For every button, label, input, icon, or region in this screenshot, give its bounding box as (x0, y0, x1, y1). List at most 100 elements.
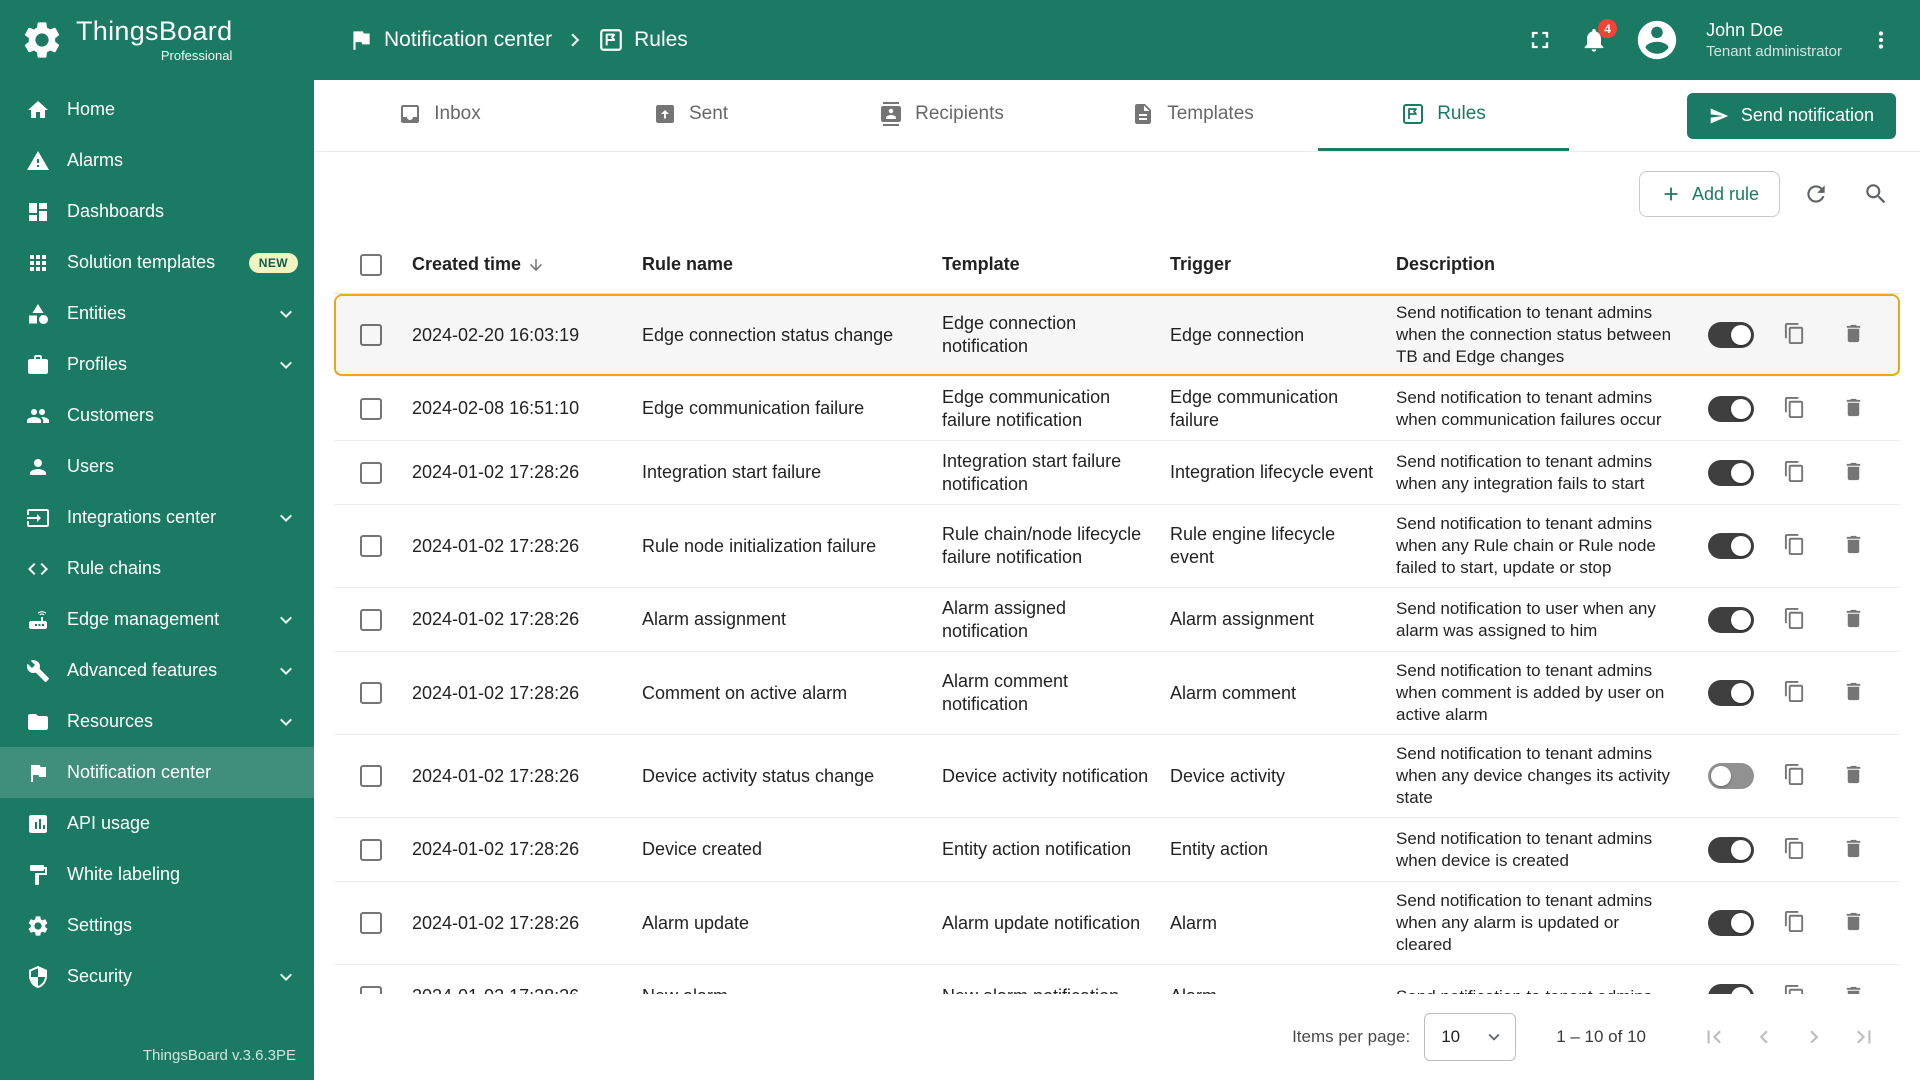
select-all-checkbox[interactable] (360, 253, 382, 276)
column-template[interactable]: Template (942, 254, 1170, 275)
rules-table: Created time Rule name Template Trigger … (334, 236, 1900, 1029)
sidebar-item-security[interactable]: Security (0, 951, 314, 1002)
send-notification-button[interactable]: Send notification (1686, 92, 1896, 139)
row-checkbox[interactable] (360, 324, 382, 346)
delete-rule-button[interactable] (1836, 316, 1871, 354)
fullscreen-button[interactable] (1526, 26, 1554, 54)
notifications-count-badge: 4 (1598, 19, 1618, 38)
tab-templates[interactable]: Templates (1067, 80, 1318, 151)
add-rule-button[interactable]: Add rule (1638, 171, 1780, 217)
delete-rule-button[interactable] (1836, 674, 1871, 712)
sidebar-item-solution-templates[interactable]: Solution templates NEW (0, 237, 314, 288)
settings-icon (26, 914, 50, 938)
chevron-down-icon (274, 353, 298, 377)
breadcrumb-item-notification-center[interactable]: Notification center (348, 27, 552, 53)
row-checkbox[interactable] (360, 535, 382, 557)
row-checkbox[interactable] (360, 608, 382, 631)
cell-created-time: 2024-01-02 17:28:26 (412, 462, 580, 482)
rule-enabled-toggle[interactable] (1708, 322, 1754, 348)
copy-icon (1783, 680, 1806, 703)
rule-enabled-toggle[interactable] (1708, 836, 1754, 863)
sidebar-item-alarms[interactable]: Alarms (0, 135, 314, 186)
sidebar-item-white-labeling[interactable]: White labeling (0, 849, 314, 900)
entities-icon (26, 302, 50, 326)
delete-rule-button[interactable] (1836, 454, 1871, 492)
row-checkbox[interactable] (360, 682, 382, 704)
copy-rule-button[interactable] (1777, 601, 1812, 639)
sidebar-item-integrations-center[interactable]: Integrations center (0, 492, 314, 543)
tab-sent[interactable]: Sent (565, 80, 816, 151)
sidebar-item-advanced-features[interactable]: Advanced features (0, 645, 314, 696)
row-checkbox[interactable] (360, 461, 382, 484)
last-page-button[interactable] (1842, 1015, 1886, 1059)
kebab-menu-button[interactable] (1868, 27, 1894, 53)
breadcrumb: Notification center Rules (348, 27, 688, 53)
integrations-center-icon (26, 506, 50, 530)
sidebar-item-home[interactable]: Home (0, 84, 314, 135)
delete-rule-button[interactable] (1836, 601, 1871, 639)
delete-rule-button[interactable] (1836, 757, 1871, 795)
avatar[interactable] (1634, 17, 1680, 63)
column-trigger[interactable]: Trigger (1170, 254, 1396, 275)
previous-page-button[interactable] (1742, 1015, 1786, 1059)
sidebar-item-profiles[interactable]: Profiles (0, 339, 314, 390)
rule-enabled-toggle[interactable] (1708, 606, 1754, 633)
rule-enabled-toggle[interactable] (1708, 459, 1754, 486)
cell-created-time: 2024-01-02 17:28:26 (412, 912, 580, 933)
items-per-page-select[interactable]: 10 (1424, 1013, 1517, 1061)
copy-rule-button[interactable] (1777, 757, 1812, 795)
copy-rule-button[interactable] (1777, 831, 1812, 869)
delete-rule-button[interactable] (1836, 527, 1871, 565)
refresh-button[interactable] (1792, 170, 1840, 218)
rule-enabled-toggle[interactable] (1708, 533, 1754, 559)
row-checkbox[interactable] (360, 765, 382, 787)
row-checkbox[interactable] (360, 838, 382, 861)
sidebar-item-edge-management[interactable]: Edge management (0, 594, 314, 645)
copy-icon (1783, 322, 1806, 345)
sidebar-item-customers[interactable]: Customers (0, 390, 314, 441)
column-created-time[interactable]: Created time (412, 254, 642, 275)
delete-rule-button[interactable] (1836, 390, 1871, 428)
next-page-button[interactable] (1792, 1015, 1836, 1059)
copy-rule-button[interactable] (1777, 527, 1812, 565)
copy-rule-button[interactable] (1777, 316, 1812, 354)
delete-rule-button[interactable] (1836, 831, 1871, 869)
copy-rule-button[interactable] (1777, 904, 1812, 942)
column-rule-name[interactable]: Rule name (642, 254, 942, 275)
row-checkbox[interactable] (360, 912, 382, 934)
delete-icon (1842, 607, 1865, 630)
rule-enabled-toggle[interactable] (1708, 395, 1754, 422)
search-button[interactable] (1852, 170, 1900, 218)
cell-template: Integration start failure notification (942, 450, 1122, 494)
delete-icon (1842, 396, 1865, 419)
rule-enabled-toggle[interactable] (1708, 910, 1754, 936)
sidebar-item-notification-center[interactable]: Notification center (0, 747, 314, 798)
column-description[interactable]: Description (1396, 254, 1696, 275)
sidebar-item-users[interactable]: Users (0, 441, 314, 492)
chevron-down-icon (1483, 1026, 1505, 1048)
tab-recipients[interactable]: Recipients (816, 80, 1067, 151)
copy-rule-button[interactable] (1777, 674, 1812, 712)
sidebar-item-dashboards[interactable]: Dashboards (0, 186, 314, 237)
breadcrumb-item-rules[interactable]: Rules (598, 27, 688, 53)
copy-rule-button[interactable] (1777, 454, 1812, 492)
tab-rules[interactable]: Rules (1318, 80, 1569, 151)
thingsboard-logo[interactable]: ThingsBoard Professional (0, 0, 314, 80)
notifications-button[interactable]: 4 (1580, 19, 1618, 54)
delete-icon (1842, 680, 1865, 703)
home-icon (26, 98, 50, 122)
alarms-icon (26, 149, 50, 173)
row-checkbox[interactable] (360, 397, 382, 420)
sidebar-item-entities[interactable]: Entities (0, 288, 314, 339)
rule-enabled-toggle[interactable] (1708, 680, 1754, 706)
sidebar-item-rule-chains[interactable]: Rule chains (0, 543, 314, 594)
sidebar-item-settings[interactable]: Settings (0, 900, 314, 951)
tab-inbox[interactable]: Inbox (314, 80, 565, 151)
rule-enabled-toggle[interactable] (1708, 763, 1754, 789)
users-icon (26, 455, 50, 479)
sidebar-item-resources[interactable]: Resources (0, 696, 314, 747)
sidebar-item-api-usage[interactable]: API usage (0, 798, 314, 849)
first-page-button[interactable] (1692, 1015, 1736, 1059)
delete-rule-button[interactable] (1836, 904, 1871, 942)
copy-rule-button[interactable] (1777, 390, 1812, 428)
